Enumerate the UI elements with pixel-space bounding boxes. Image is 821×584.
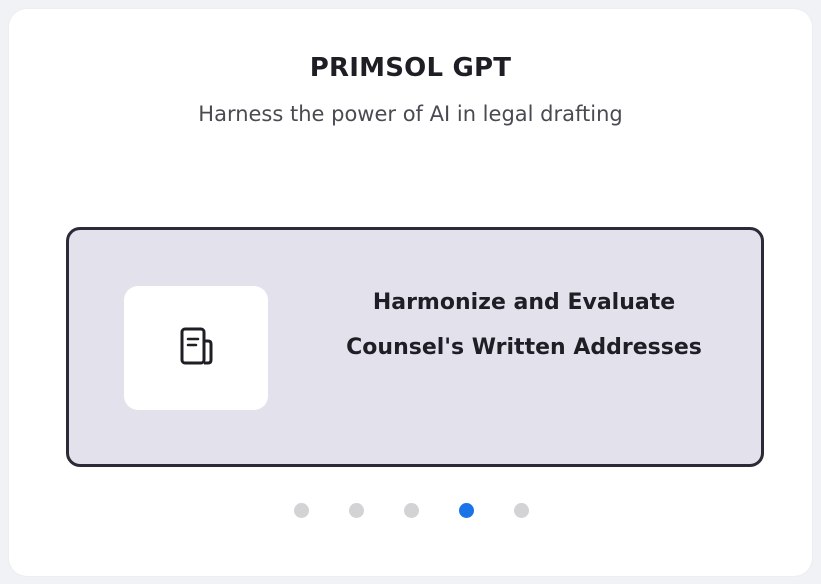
carousel-slide[interactable]: Harmonize and Evaluate Counsel's Written… xyxy=(66,227,764,467)
carousel-dot-3[interactable] xyxy=(404,503,419,518)
document-icon xyxy=(180,327,213,365)
slide-icon-tile xyxy=(124,286,268,410)
slide-title: Harmonize and Evaluate Counsel's Written… xyxy=(346,290,702,360)
carousel-dot-1[interactable] xyxy=(294,503,309,518)
page-subtitle: Harness the power of AI in legal draftin… xyxy=(198,102,623,126)
carousel-pagination xyxy=(9,503,812,518)
carousel-dot-4[interactable] xyxy=(459,503,474,518)
carousel-dot-2[interactable] xyxy=(349,503,364,518)
feature-card: PRIMSOL GPT Harness the power of AI in l… xyxy=(9,9,812,576)
carousel-dot-5[interactable] xyxy=(514,503,529,518)
page-title: PRIMSOL GPT xyxy=(309,53,512,83)
